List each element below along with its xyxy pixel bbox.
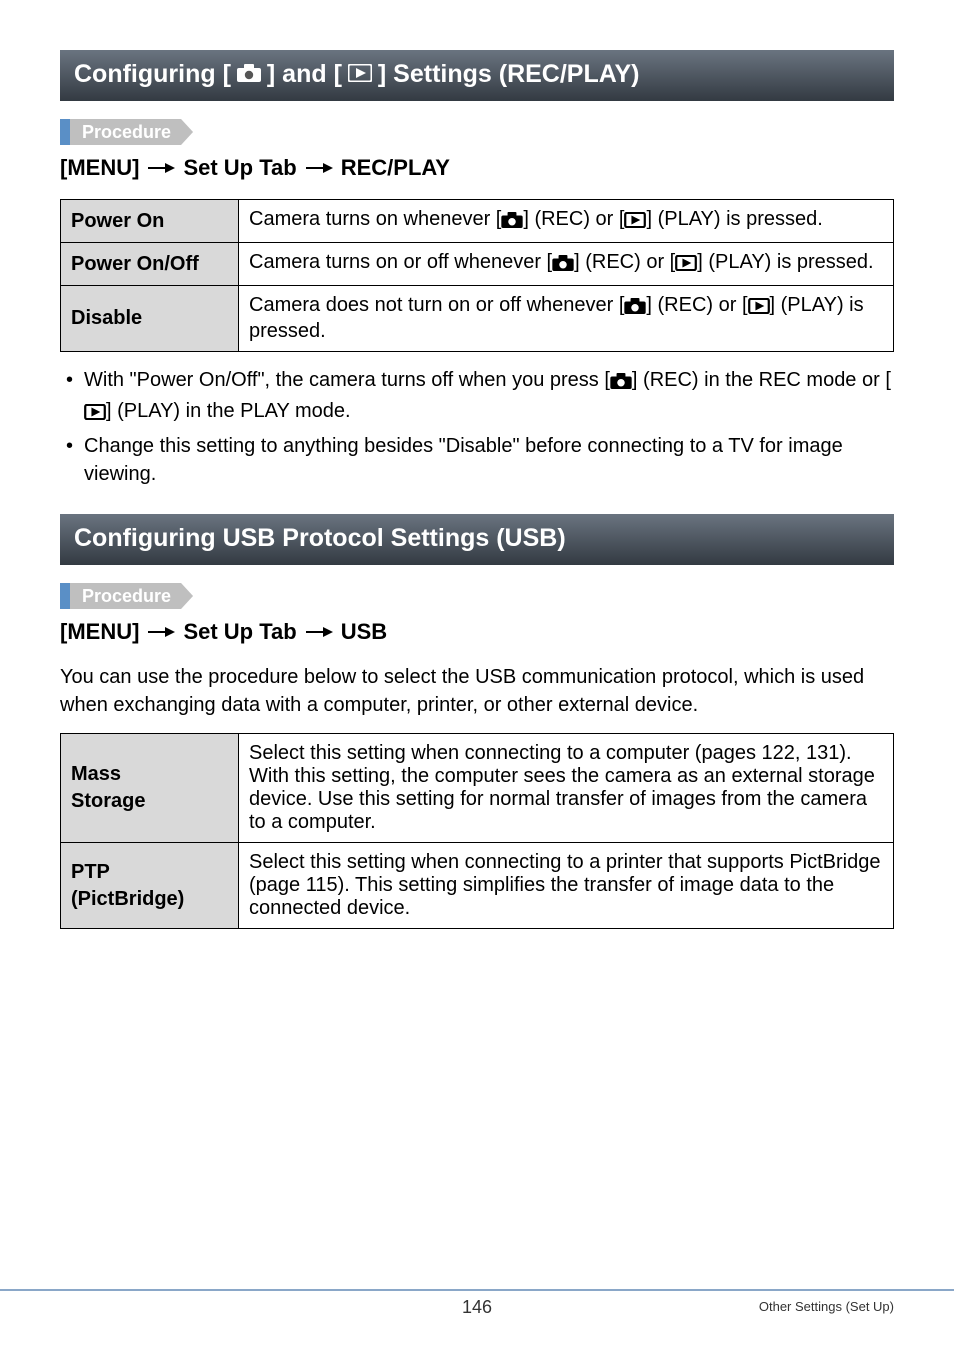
- footer-section-name: Other Settings (Set Up): [759, 1299, 894, 1314]
- menu-path-1-c: REC/PLAY: [341, 155, 450, 181]
- camera-icon: [501, 211, 523, 234]
- arrow-icon: [305, 625, 333, 639]
- table-row: Power On/Off Camera turns on or off when…: [61, 243, 894, 286]
- menu-path-2-a: [MENU]: [60, 619, 139, 645]
- option-label: Power On: [61, 200, 239, 243]
- camera-icon: [237, 60, 261, 89]
- camera-icon: [624, 297, 646, 320]
- option-label: PTP (PictBridge): [61, 843, 239, 929]
- procedure-label-1: Procedure: [70, 119, 193, 145]
- arrow-icon: [147, 625, 175, 639]
- option-label: Mass Storage: [61, 734, 239, 843]
- section2-title: Configuring USB Protocol Settings (USB): [74, 524, 566, 553]
- section2-header: Configuring USB Protocol Settings (USB): [60, 514, 894, 565]
- play-icon: [348, 60, 372, 89]
- section1-header: Configuring [ ] and [ ] Settings (REC/PL…: [60, 50, 894, 101]
- menu-path-2: [MENU] Set Up Tab USB: [60, 619, 894, 645]
- option-desc: Camera turns on whenever [] (REC) or [] …: [239, 200, 894, 243]
- camera-icon: [610, 369, 632, 397]
- option-label: Power On/Off: [61, 243, 239, 286]
- usb-options-table: Mass Storage Select this setting when co…: [60, 733, 894, 929]
- menu-path-1: [MENU] Set Up Tab REC/PLAY: [60, 155, 894, 181]
- menu-path-2-c: USB: [341, 619, 387, 645]
- camera-icon: [552, 254, 574, 277]
- option-desc: Select this setting when connecting to a…: [239, 843, 894, 929]
- table-row: PTP (PictBridge) Select this setting whe…: [61, 843, 894, 929]
- option-desc: Camera does not turn on or off whenever …: [239, 286, 894, 352]
- table-row: Power On Camera turns on whenever [] (RE…: [61, 200, 894, 243]
- play-icon: [748, 297, 770, 320]
- menu-path-1-b: Set Up Tab: [183, 155, 296, 181]
- section1-title-pre: Configuring [: [74, 60, 231, 89]
- table-row: Disable Camera does not turn on or off w…: [61, 286, 894, 352]
- page-footer: 146 Other Settings (Set Up): [0, 1289, 954, 1321]
- procedure-label-2: Procedure: [70, 583, 193, 609]
- play-icon: [84, 400, 106, 428]
- procedure-row-2: Procedure: [60, 583, 894, 609]
- section2-intro: You can use the procedure below to selec…: [60, 663, 894, 719]
- arrow-icon: [305, 161, 333, 175]
- procedure-row-1: Procedure: [60, 119, 894, 145]
- arrow-icon: [147, 161, 175, 175]
- procedure-accent: [60, 583, 70, 609]
- option-desc: Camera turns on or off whenever [] (REC)…: [239, 243, 894, 286]
- list-item: With "Power On/Off", the camera turns of…: [64, 366, 894, 428]
- section1-title-mid: ] and [: [267, 60, 342, 89]
- procedure-accent: [60, 119, 70, 145]
- play-icon: [624, 211, 646, 234]
- recplay-options-table: Power On Camera turns on whenever [] (RE…: [60, 199, 894, 352]
- option-desc: Select this setting when connecting to a…: [239, 734, 894, 843]
- menu-path-2-b: Set Up Tab: [183, 619, 296, 645]
- play-icon: [675, 254, 697, 277]
- list-item: Change this setting to anything besides …: [64, 432, 894, 488]
- table-row: Mass Storage Select this setting when co…: [61, 734, 894, 843]
- section1-notes: With "Power On/Off", the camera turns of…: [60, 366, 894, 488]
- option-label: Disable: [61, 286, 239, 352]
- menu-path-1-a: [MENU]: [60, 155, 139, 181]
- section1-title-post: ] Settings (REC/PLAY): [378, 60, 640, 89]
